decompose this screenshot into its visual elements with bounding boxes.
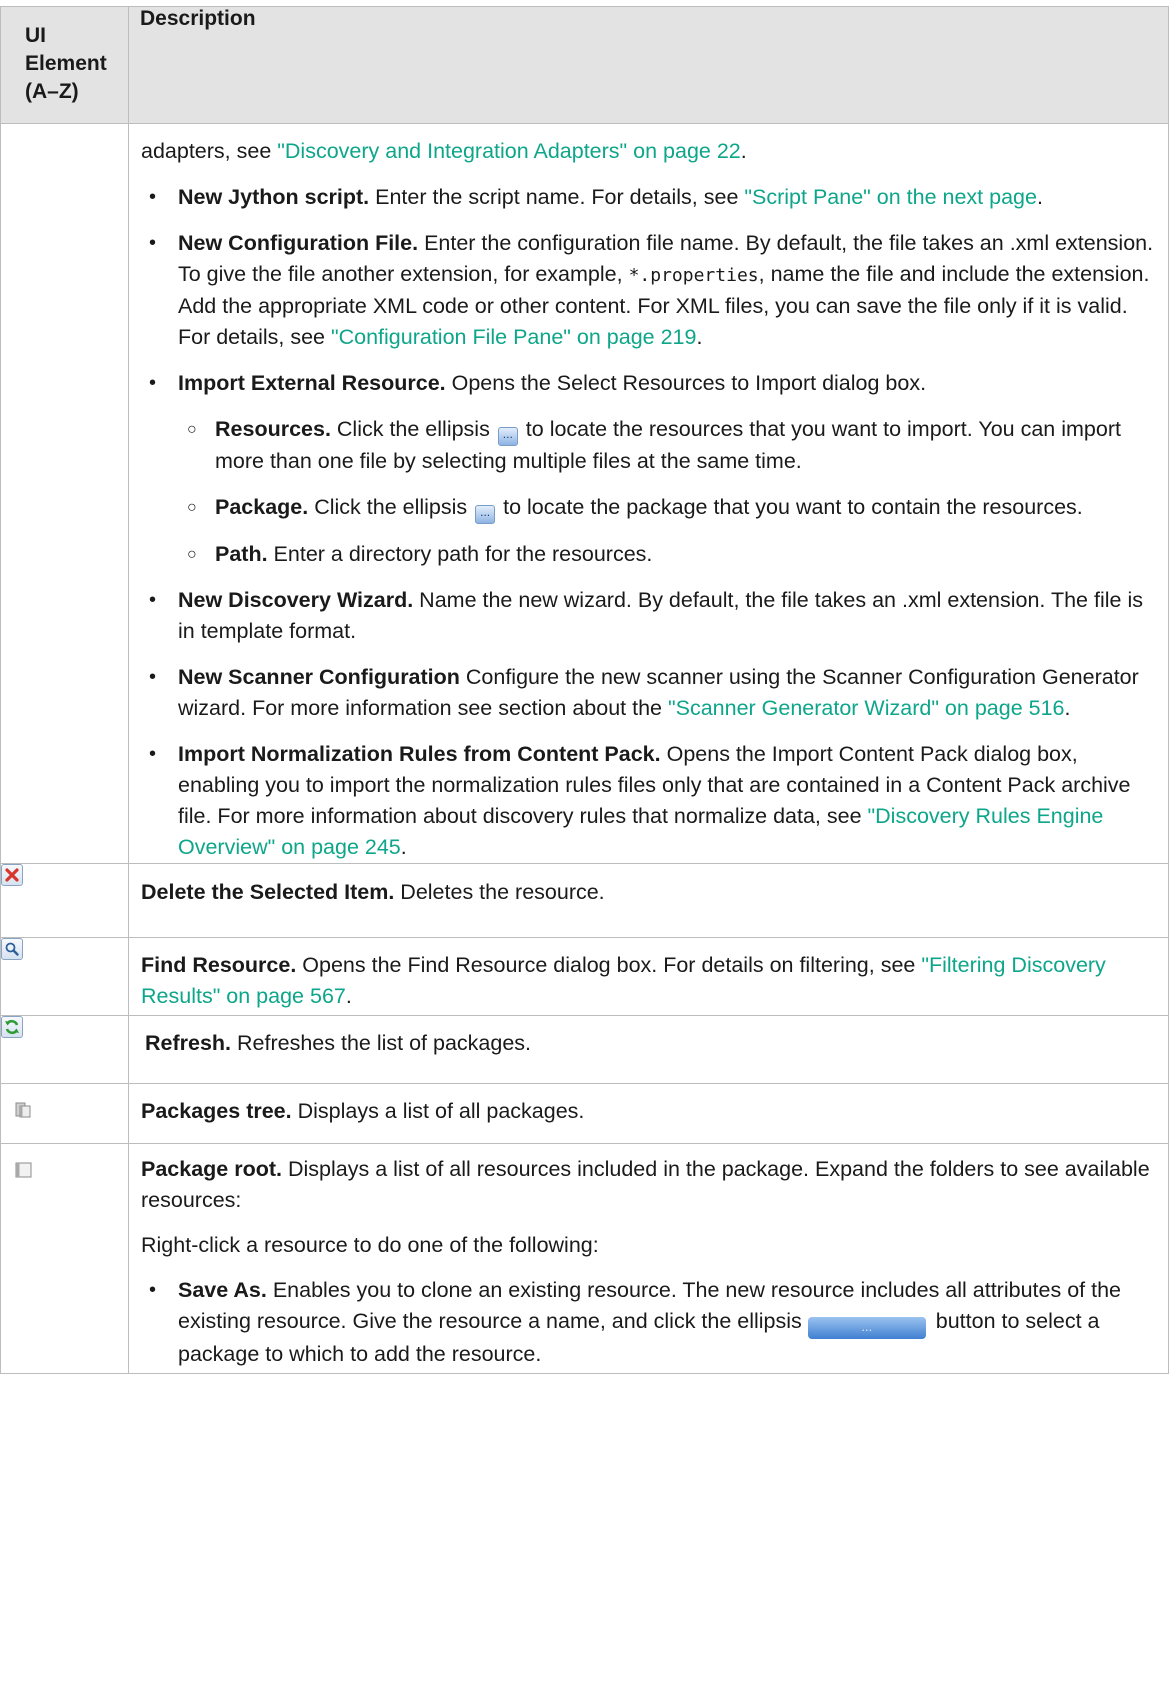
- desc-cell-package-root: Package root. Displays a list of all res…: [128, 1143, 1169, 1374]
- scanner-wizard-link[interactable]: "Scanner Generator Wizard" on page 516: [668, 696, 1065, 720]
- find-end: .: [345, 984, 352, 1008]
- intro-paragraph: adapters, see "Discovery and Integration…: [141, 136, 1154, 167]
- package-root-text: Displays a list of all resources include…: [141, 1157, 1150, 1212]
- table-header-row: UI Element (A–Z) Description: [0, 6, 1169, 124]
- desc-cell-refresh: Refresh. Refreshes the list of packages.: [128, 1015, 1169, 1084]
- package-root-title: Package root.: [141, 1157, 282, 1181]
- right-click-paragraph: Right-click a resource to do one of the …: [141, 1233, 599, 1257]
- desc-cell-find: Find Resource. Opens the Find Resource d…: [128, 937, 1169, 1016]
- list-item-scanner: New Scanner Configuration Configure the …: [141, 662, 1154, 724]
- icon-cell-empty: [0, 123, 129, 864]
- delete-text: Deletes the resource.: [394, 880, 605, 904]
- ellipsis-icon: ...: [497, 427, 518, 446]
- delete-x-icon: [1, 864, 23, 886]
- path-text: Enter a directory path for the resources…: [267, 542, 653, 566]
- desc-cell-new-options: adapters, see "Discovery and Integration…: [128, 123, 1169, 864]
- desc-cell-delete: Delete the Selected Item. Deletes the re…: [128, 863, 1169, 938]
- resources-title: Resources.: [215, 417, 331, 441]
- ellipsis-button-icon: ...: [807, 1317, 926, 1339]
- wizard-title: New Discovery Wizard.: [178, 588, 414, 612]
- table-row-refresh: Refresh. Refreshes the list of packages.: [0, 1015, 1169, 1084]
- path-title: Path.: [215, 542, 268, 566]
- desc-cell-packages-tree: Packages tree. Displays a list of all pa…: [128, 1083, 1169, 1144]
- package-text2: to locate the package that you want to c…: [497, 495, 1083, 519]
- list-item-config: New Configuration File. Enter the config…: [141, 228, 1154, 353]
- config-code: *.properties: [628, 265, 759, 286]
- scanner-end: .: [1064, 696, 1071, 720]
- header-description-label: Description: [140, 7, 256, 30]
- icon-cell-packages-tree: [0, 1083, 129, 1144]
- icon-cell-refresh: [0, 1015, 129, 1084]
- table-row-delete: Delete the Selected Item. Deletes the re…: [0, 863, 1169, 938]
- package-title: Package.: [215, 495, 309, 519]
- list-item-wizard: New Discovery Wizard. Name the new wizar…: [141, 585, 1154, 647]
- norm-title: Import Normalization Rules from Content …: [178, 742, 661, 766]
- import-sub-list: Resources. Click the ellipsis ... to loc…: [178, 414, 1154, 570]
- save-as-title: Save As.: [178, 1278, 267, 1302]
- list-item-jython: New Jython script. Enter the script name…: [141, 182, 1154, 213]
- scanner-title: New Scanner Configuration: [178, 665, 460, 689]
- packages-tree-text: Displays a list of all packages.: [291, 1099, 585, 1123]
- adapters-link[interactable]: "Discovery and Integration Adapters" on …: [277, 139, 740, 163]
- header-ui-element-line1: UI: [25, 24, 46, 47]
- config-end: .: [696, 325, 703, 349]
- delete-title: Delete the Selected Item.: [141, 880, 395, 904]
- config-title: New Configuration File.: [178, 231, 419, 255]
- script-pane-link[interactable]: "Script Pane" on the next page: [744, 185, 1037, 209]
- intro-text: adapters, see: [141, 139, 278, 163]
- ui-elements-table: UI Element (A–Z) Description adapters, s…: [0, 6, 1169, 1374]
- package-text1: Click the ellipsis: [308, 495, 474, 519]
- list-item-package: Package. Click the ellipsis ... to locat…: [178, 492, 1154, 524]
- jython-end: .: [1036, 185, 1043, 209]
- refresh-title: Refresh.: [145, 1031, 232, 1055]
- icon-cell-delete: [0, 863, 129, 938]
- list-item-path: Path. Enter a directory path for the res…: [178, 539, 1154, 570]
- ellipsis-icon: ...: [475, 505, 496, 524]
- list-item-resources: Resources. Click the ellipsis ... to loc…: [178, 414, 1154, 477]
- header-description: Description: [128, 6, 1169, 124]
- icon-cell-find: [0, 937, 129, 1016]
- table-row-new-options: adapters, see "Discovery and Integration…: [0, 123, 1169, 864]
- import-text: Opens the Select Resources to Import dia…: [445, 371, 927, 395]
- package-root-icon: [15, 1162, 32, 1178]
- packages-tree-icon: [15, 1102, 31, 1118]
- find-title: Find Resource.: [141, 953, 297, 977]
- header-ui-element-line3: (A–Z): [25, 80, 79, 103]
- refresh-icon: [1, 1016, 23, 1038]
- magnifier-icon: [1, 938, 23, 960]
- jython-text: Enter the script name. For details, see: [369, 185, 745, 209]
- list-item-import: Import External Resource. Opens the Sele…: [141, 368, 1154, 570]
- norm-end: .: [400, 835, 407, 859]
- table-row-package-root: Package root. Displays a list of all res…: [0, 1143, 1169, 1374]
- header-ui-element-line2: Element: [25, 52, 107, 75]
- icon-cell-package-root: [0, 1143, 129, 1374]
- refresh-text: Refreshes the list of packages.: [231, 1031, 532, 1055]
- intro-end: .: [740, 139, 747, 163]
- right-click-options-list: Save As. Enables you to clone an existin…: [141, 1275, 1154, 1370]
- resources-text1: Click the ellipsis: [330, 417, 496, 441]
- table-row-find: Find Resource. Opens the Find Resource d…: [0, 937, 1169, 1016]
- package-root-paragraph: Package root. Displays a list of all res…: [141, 1154, 1154, 1216]
- jython-title: New Jython script.: [178, 185, 370, 209]
- table-row-packages-tree: Packages tree. Displays a list of all pa…: [0, 1083, 1169, 1144]
- find-text: Opens the Find Resource dialog box. For …: [296, 953, 922, 977]
- list-item-normalization: Import Normalization Rules from Content …: [141, 739, 1154, 863]
- header-ui-element: UI Element (A–Z): [0, 6, 129, 124]
- new-options-list: New Jython script. Enter the script name…: [141, 182, 1154, 863]
- import-title: Import External Resource.: [178, 371, 446, 395]
- config-pane-link[interactable]: "Configuration File Pane" on page 219: [331, 325, 697, 349]
- list-item-save-as: Save As. Enables you to clone an existin…: [141, 1275, 1154, 1370]
- packages-tree-title: Packages tree.: [141, 1099, 292, 1123]
